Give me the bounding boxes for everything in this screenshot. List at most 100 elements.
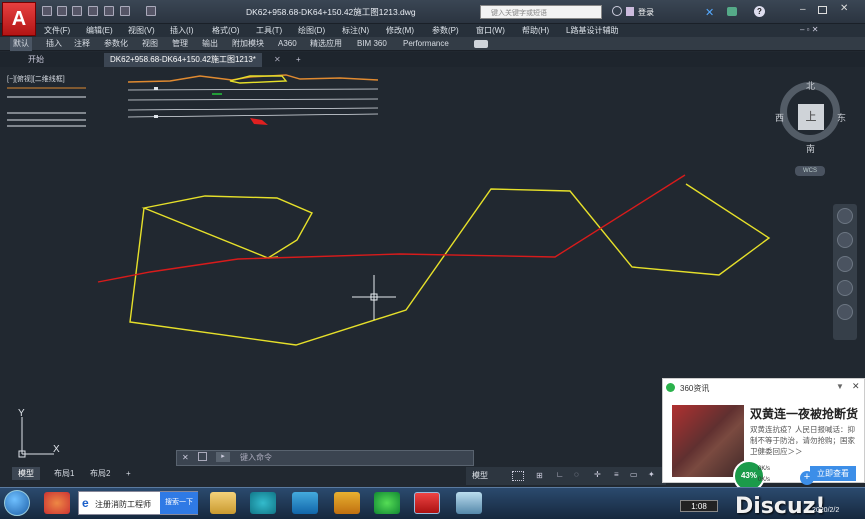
ribbon-tab-featured-apps[interactable]: 精选应用 xyxy=(310,37,342,51)
showmotion-icon[interactable] xyxy=(837,304,853,320)
ribbon-tab-output[interactable]: 输出 xyxy=(202,37,218,51)
grid-icon[interactable] xyxy=(512,471,524,481)
menu-modify[interactable]: 修改(M) xyxy=(386,24,414,37)
save-icon[interactable] xyxy=(72,6,82,16)
zoom-icon[interactable] xyxy=(837,256,853,272)
tab-layout1[interactable]: 布局1 xyxy=(48,467,80,480)
app-icon-3[interactable] xyxy=(456,492,482,514)
ribbon-tab-a360[interactable]: A360 xyxy=(278,37,297,51)
redo-icon[interactable] xyxy=(146,6,156,16)
menu-insert[interactable]: 插入(I) xyxy=(170,24,194,37)
taskbar-time-box[interactable]: 1:08 xyxy=(680,500,718,512)
compass-north[interactable]: 北 xyxy=(806,79,815,92)
model-space-button[interactable]: 模型 xyxy=(472,470,488,481)
lineweight-icon[interactable]: ≡ xyxy=(614,470,619,479)
menu-edit[interactable]: 编辑(E) xyxy=(86,24,113,37)
taskbar-search-button[interactable]: 搜索一下 xyxy=(160,492,198,514)
menu-help[interactable]: 帮助(H) xyxy=(522,24,549,37)
popup-view-button[interactable]: 立即查看 xyxy=(810,466,856,481)
tab-add-layout[interactable]: + xyxy=(120,467,137,480)
autocad-logo-button[interactable]: A xyxy=(2,2,36,36)
ribbon-tab-performance[interactable]: Performance xyxy=(403,37,449,51)
tab-start[interactable]: 开始 xyxy=(22,53,50,67)
ortho-icon[interactable]: ∟ xyxy=(556,470,564,479)
new-file-icon[interactable] xyxy=(42,6,52,16)
upload-speed: 0K/s xyxy=(758,466,771,472)
search-input[interactable]: 键入关键字或短语 xyxy=(480,5,602,19)
app-icon-1[interactable] xyxy=(44,492,70,514)
new-tab-button[interactable]: + xyxy=(290,53,307,67)
login-button[interactable]: 登录 xyxy=(638,7,654,18)
popup-plus-icon[interactable]: + xyxy=(800,471,814,485)
ribbon-tab-manage[interactable]: 管理 xyxy=(172,37,188,51)
taskbar-search-text[interactable]: 注册消防工程师 xyxy=(95,499,151,510)
yellow-boundary xyxy=(129,183,771,346)
save-as-icon[interactable] xyxy=(88,6,98,16)
transparency-icon[interactable]: ▭ xyxy=(630,470,638,479)
steering-wheel-icon[interactable] xyxy=(837,208,853,224)
ribbon-tab-annotate[interactable]: 注释 xyxy=(74,37,90,51)
refresh-app-icon[interactable] xyxy=(374,492,400,514)
popup-body[interactable]: 双黄连抗疫？人民日报喊话：抑制不等于防治，请勿抢购；国家卫健委回应＞＞ xyxy=(750,424,860,457)
print-icon[interactable] xyxy=(104,6,114,16)
minimize-button[interactable]: – xyxy=(800,4,806,15)
help-button[interactable]: ? xyxy=(754,6,765,17)
menu-roadbed-plugin[interactable]: L路基设计辅助 xyxy=(566,24,618,37)
menu-draw[interactable]: 绘图(D) xyxy=(298,24,325,37)
compass-west[interactable]: 西 xyxy=(775,111,784,124)
browser-icon[interactable] xyxy=(250,492,276,514)
annotation-icon[interactable]: ✦ xyxy=(648,470,655,479)
command-prompt-icon[interactable]: ▸ xyxy=(216,452,230,462)
crosshair-cursor xyxy=(352,275,396,320)
start-button[interactable] xyxy=(4,490,30,516)
menubar-window-controls[interactable]: – ▫ ✕ xyxy=(800,25,818,34)
popup-news-image[interactable] xyxy=(672,405,744,477)
ribbon-tab-insert[interactable]: 插入 xyxy=(46,37,62,51)
command-input[interactable]: 键入命令 xyxy=(240,452,272,463)
autocad-taskbar-icon[interactable] xyxy=(414,492,440,514)
app-icon-2[interactable] xyxy=(334,492,360,514)
maximize-button[interactable] xyxy=(818,6,827,14)
ribbon-tab-home[interactable]: 默认 xyxy=(10,37,32,51)
viewcube-top-face[interactable]: 上 xyxy=(798,104,824,130)
menu-view[interactable]: 视图(V) xyxy=(128,24,155,37)
menu-window[interactable]: 窗口(W) xyxy=(476,24,505,37)
menu-dimension[interactable]: 标注(N) xyxy=(342,24,369,37)
close-tab-icon[interactable]: ✕ xyxy=(274,55,281,64)
popup-close-icon[interactable]: ✕ xyxy=(852,381,860,392)
ribbon-tab-parametric[interactable]: 参数化 xyxy=(104,37,128,51)
exchange-icon[interactable]: ✕ xyxy=(705,6,714,19)
tab-current-drawing[interactable]: DK62+958.68-DK64+150.42施工图1213* xyxy=(104,53,262,67)
tab-model[interactable]: 模型 xyxy=(12,467,40,480)
command-customize-icon[interactable] xyxy=(198,452,207,461)
wcs-button[interactable]: WCS xyxy=(795,166,825,176)
pan-icon[interactable] xyxy=(837,232,853,248)
compass-east[interactable]: 东 xyxy=(837,111,846,124)
ribbon-tab-bim360[interactable]: BIM 360 xyxy=(357,37,387,51)
a360-icon[interactable] xyxy=(727,7,737,16)
media-icon[interactable] xyxy=(292,492,318,514)
menu-parametric[interactable]: 参数(P) xyxy=(432,24,459,37)
osnap-icon[interactable]: ✛ xyxy=(594,470,601,479)
snap-icon[interactable]: ⊞ xyxy=(536,471,543,480)
taskbar-date[interactable]: 2020/2/2 xyxy=(812,507,839,514)
menu-tools[interactable]: 工具(T) xyxy=(256,24,282,37)
folder-icon[interactable] xyxy=(210,492,236,514)
open-file-icon[interactable] xyxy=(57,6,67,16)
popup-source: 360资讯 xyxy=(680,384,710,393)
compass-south[interactable]: 南 xyxy=(806,142,815,155)
polar-icon[interactable]: ◌ xyxy=(574,470,579,479)
ribbon-tab-addins[interactable]: 附加模块 xyxy=(232,37,264,51)
close-button[interactable]: ✕ xyxy=(840,3,848,14)
tab-layout2[interactable]: 布局2 xyxy=(84,467,116,480)
undo-icon[interactable] xyxy=(120,6,130,16)
menu-file[interactable]: 文件(F) xyxy=(44,24,70,37)
binoculars-icon[interactable] xyxy=(612,6,622,16)
ribbon-tab-view[interactable]: 视图 xyxy=(142,37,158,51)
popup-dropdown-icon[interactable]: ▼ xyxy=(836,382,844,391)
popup-headline[interactable]: 双黄连一夜被抢断货 xyxy=(750,405,858,422)
menu-format[interactable]: 格式(O) xyxy=(212,24,240,37)
orbit-icon[interactable] xyxy=(837,280,853,296)
command-close-icon[interactable]: ✕ xyxy=(182,453,189,462)
ribbon-toggle-icon[interactable] xyxy=(474,40,488,48)
